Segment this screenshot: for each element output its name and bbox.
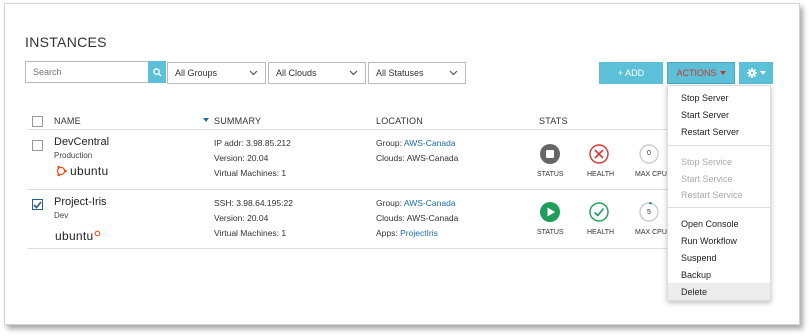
caret-down-icon <box>759 71 766 75</box>
menu-item-restart-service[interactable]: Restart Service <box>668 186 770 203</box>
stopped-icon <box>540 144 560 164</box>
instance-name[interactable]: Project-Iris <box>54 196 107 208</box>
sort-desc-icon[interactable] <box>203 118 209 122</box>
ubuntu-circle-icon <box>94 230 100 237</box>
menu-item-restart-server[interactable]: Restart Server <box>668 123 770 140</box>
summary-line: SSH: 3.98.64.195:22 <box>214 198 293 208</box>
error-x-icon <box>589 144 609 164</box>
search-input[interactable] <box>25 61 148 83</box>
summary-line: Virtual Machines: 1 <box>214 168 287 178</box>
checkmark-icon <box>33 200 42 209</box>
max-cpu-label: MAX CPU <box>635 229 667 236</box>
cpu-value: 5 <box>647 209 651 216</box>
menu-item-stop-service[interactable]: Stop Service <box>668 153 770 170</box>
add-button[interactable]: + ADD <box>599 62 663 84</box>
instance-environment: Dev <box>54 211 69 220</box>
filter-clouds-dropdown[interactable]: All Clouds <box>268 62 366 84</box>
row-checkbox[interactable] <box>32 140 43 151</box>
menu-item-backup[interactable]: Backup <box>668 266 770 283</box>
column-header-stats: STATS <box>539 116 568 126</box>
logo-wordmark: ubuntu <box>55 229 94 243</box>
filter-groups-dropdown[interactable]: All Groups <box>167 62 266 84</box>
logo-wordmark: ubuntu <box>70 164 109 178</box>
search-icon <box>152 67 162 77</box>
menu-divider <box>668 145 770 146</box>
location-group: Group: AWS-Canada <box>376 138 456 148</box>
caret-down-icon <box>719 71 726 75</box>
location-clouds: Clouds: AWS-Canada <box>376 213 459 223</box>
menu-item-start-server[interactable]: Start Server <box>668 106 770 123</box>
instance-name[interactable]: DevCentral <box>54 136 109 148</box>
chevron-down-icon <box>349 70 358 76</box>
column-header-name[interactable]: NAME <box>54 116 81 126</box>
max-cpu-label: MAX CPU <box>635 171 667 178</box>
filter-statuses-dropdown[interactable]: All Statuses <box>368 62 466 84</box>
search-button[interactable] <box>148 61 166 83</box>
filter-clouds-label: All Clouds <box>276 68 317 78</box>
healthy-check-icon <box>589 202 609 222</box>
location-group: Group: AWS-Canada <box>376 198 456 208</box>
health-label: HEALTH <box>587 229 615 236</box>
filter-groups-label: All Groups <box>175 68 218 78</box>
row-checkbox[interactable] <box>32 199 43 210</box>
instance-environment: Production <box>54 151 93 160</box>
actions-label: ACTIONS <box>676 68 717 78</box>
health-label: HEALTH <box>587 171 615 178</box>
ubuntu-logo: ubuntu <box>55 229 101 243</box>
column-header-location[interactable]: LOCATION <box>376 116 423 126</box>
instances-window: INSTANCES All Groups All Clouds All Stat… <box>4 3 800 325</box>
chevron-down-icon <box>249 70 258 76</box>
menu-item-suspend[interactable]: Suspend <box>668 249 770 266</box>
running-icon <box>540 202 560 222</box>
ubuntu-logo: ubuntu <box>55 164 109 178</box>
group-link[interactable]: AWS-Canada <box>404 198 456 208</box>
ubuntu-circle-icon <box>56 165 67 177</box>
menu-item-run-workflow[interactable]: Run Workflow <box>668 232 770 249</box>
gear-icon <box>746 68 757 78</box>
chevron-down-icon <box>449 70 458 76</box>
column-header-summary[interactable]: SUMMARY <box>214 116 261 126</box>
summary-line: Version: 20.04 <box>214 153 269 163</box>
status-label: STATUS <box>537 171 564 178</box>
group-link[interactable]: AWS-Canada <box>404 138 456 148</box>
summary-line: IP addr: 3.98.85.212 <box>214 138 291 148</box>
settings-button[interactable] <box>739 62 773 84</box>
actions-button[interactable]: ACTIONS <box>667 62 735 84</box>
menu-item-open-console[interactable]: Open Console <box>668 215 770 232</box>
row-divider <box>27 189 667 190</box>
summary-line: Version: 20.04 <box>214 213 269 223</box>
select-all-checkbox[interactable] <box>32 116 43 127</box>
menu-item-start-service[interactable]: Start Service <box>668 170 770 187</box>
actions-menu: Stop Server Start Server Restart Server … <box>667 85 771 301</box>
status-label: STATUS <box>537 229 564 236</box>
location-clouds: Clouds: AWS-Canada <box>376 153 459 163</box>
menu-divider <box>668 207 770 208</box>
row-divider <box>27 248 667 249</box>
menu-item-stop-server[interactable]: Stop Server <box>668 89 770 106</box>
page-title: INSTANCES <box>25 34 107 50</box>
header-divider <box>27 129 667 130</box>
location-apps: Apps: ProjectIris <box>376 228 438 238</box>
summary-line: Virtual Machines: 1 <box>214 228 287 238</box>
menu-item-delete[interactable]: Delete <box>668 283 770 300</box>
app-link[interactable]: ProjectIris <box>400 228 438 238</box>
search-box <box>25 61 166 83</box>
cpu-value: 0 <box>647 150 651 157</box>
filter-statuses-label: All Statuses <box>376 68 424 78</box>
